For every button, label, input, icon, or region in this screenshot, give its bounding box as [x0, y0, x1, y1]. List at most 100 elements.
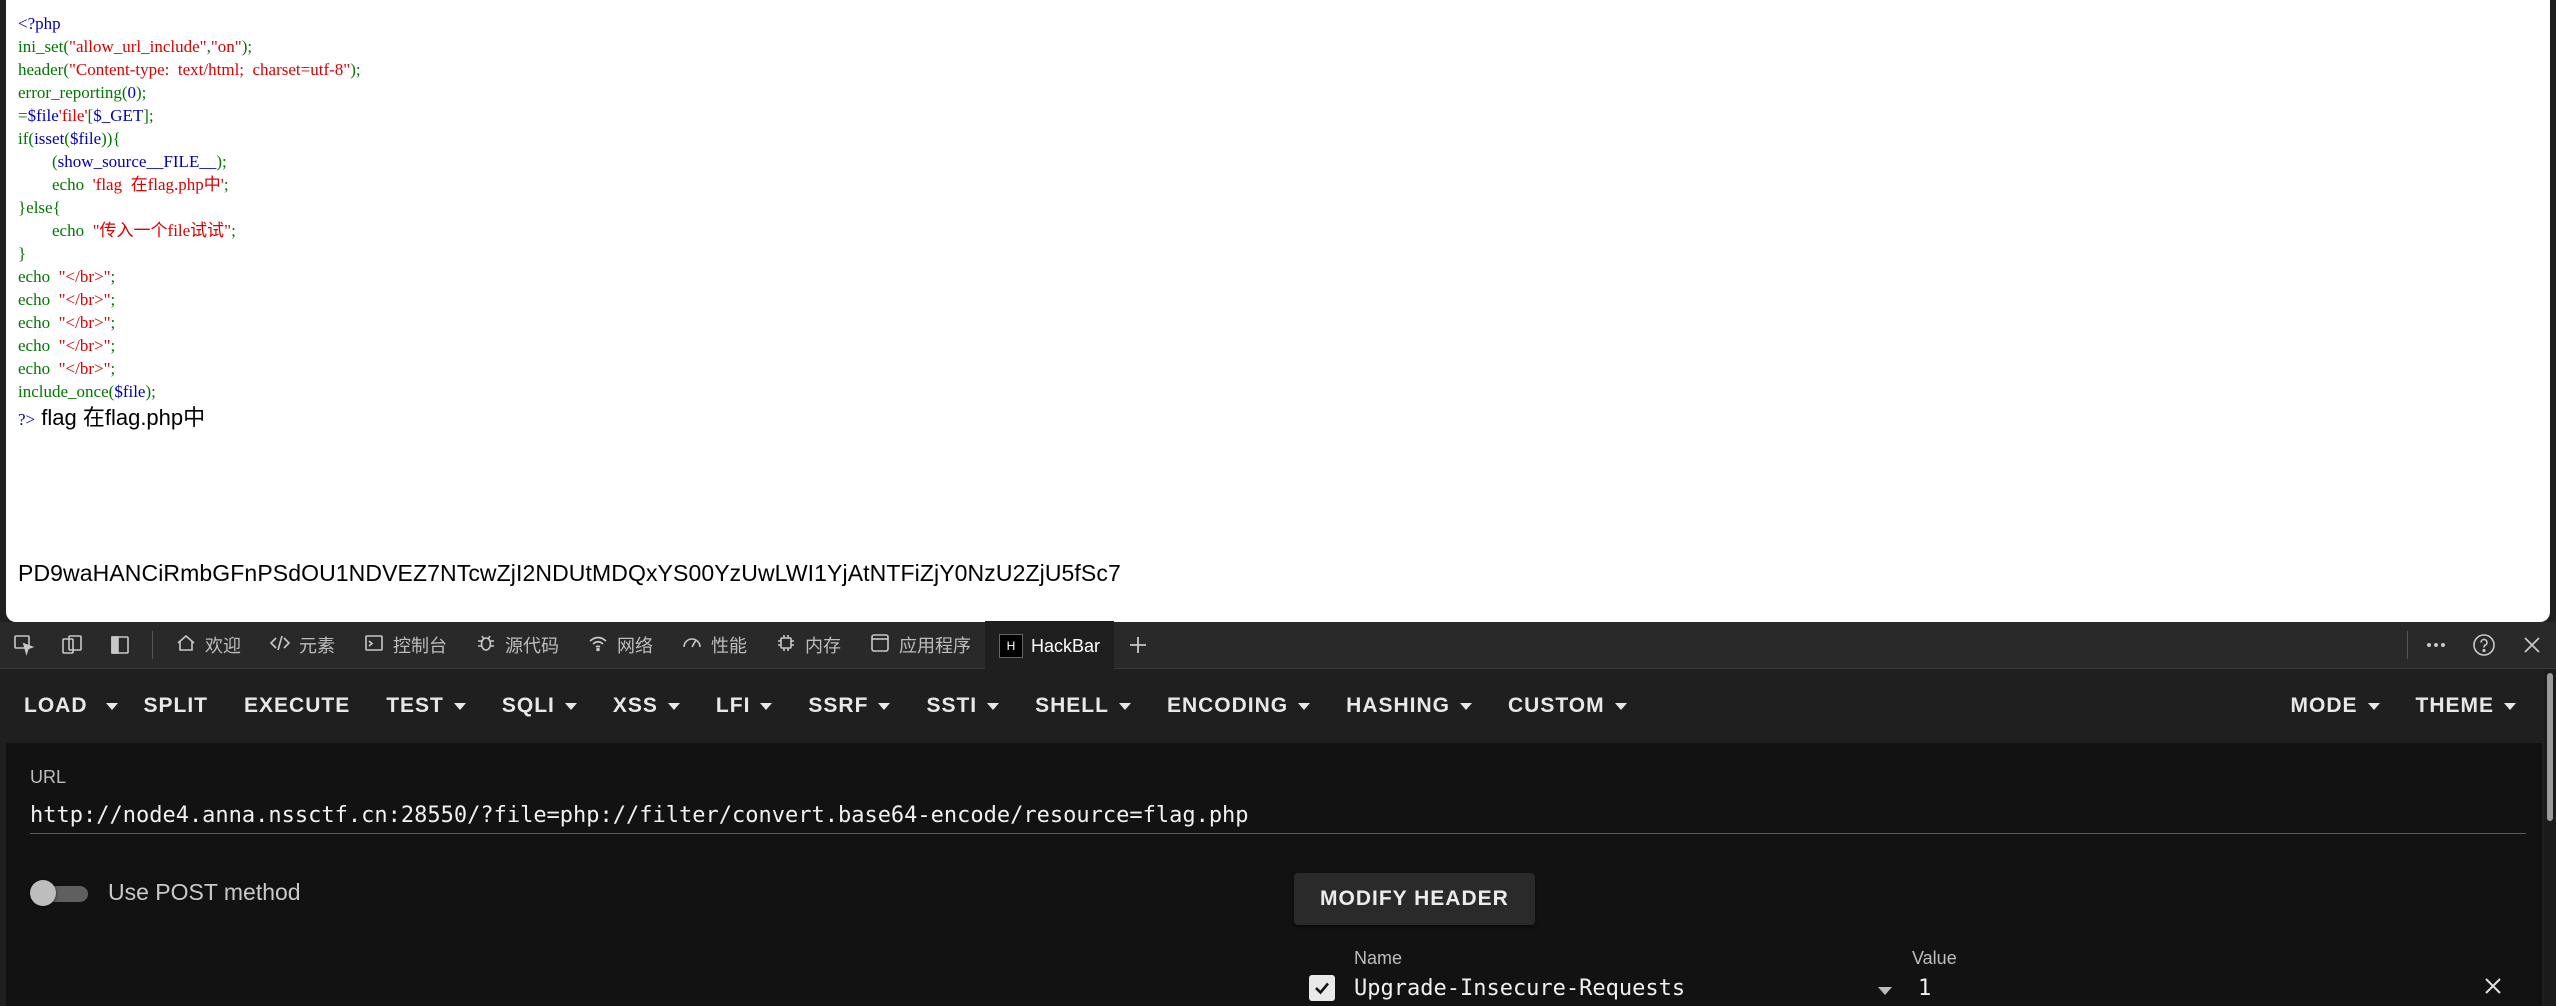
php-close-tag: ?>	[18, 410, 36, 429]
lfi-label: LFI	[715, 694, 751, 717]
source-line: echo "</br>";	[18, 311, 361, 334]
execute-label: EXECUTE	[244, 694, 351, 717]
devtools-tabs: 欢迎 元素 控制台 源代码 网络 性能 内存 应用程序 H HackBar	[161, 621, 1115, 669]
devtools-tab-元素[interactable]: 元素	[255, 622, 349, 668]
source-line: echo "</br>";	[18, 265, 361, 288]
source-token: ];	[143, 106, 154, 125]
devtools-tab-控制台[interactable]: 控制台	[349, 622, 461, 668]
source-token: 0	[127, 83, 137, 102]
devtools-tab-内存[interactable]: 内存	[761, 622, 855, 668]
source-token: 'file'	[58, 106, 88, 125]
load-button[interactable]: LOAD	[6, 669, 98, 743]
encoding-label: ENCODING	[1166, 694, 1289, 717]
source-token: }	[18, 244, 27, 263]
chevron-down-icon	[564, 702, 577, 710]
switch-thumb	[30, 879, 56, 906]
post-method-toggle[interactable]: Use POST method	[30, 879, 301, 906]
scrollbar-thumb[interactable]	[2547, 673, 2553, 821]
shell-label: SHELL	[1035, 694, 1109, 717]
hashing-label: HASHING	[1346, 694, 1450, 717]
chevron-down-icon	[2367, 702, 2380, 710]
header-name-column-label: Name	[1354, 948, 1403, 968]
bug-icon	[475, 632, 497, 659]
source-token: )){	[101, 129, 121, 148]
php-open-tag: <?php	[18, 14, 61, 33]
source-token: "Content-type: text/html; charset=utf-8"	[68, 60, 351, 79]
add-tab-icon[interactable]	[1114, 622, 1162, 668]
header-enabled-checkbox[interactable]	[1309, 975, 1335, 1001]
gauge-icon	[681, 632, 703, 659]
home-icon	[175, 632, 197, 659]
hashing-menu[interactable]: HASHING	[1328, 669, 1490, 743]
devtools-tab-网络[interactable]: 网络	[573, 622, 667, 668]
header-name-field[interactable]: Upgrade-Insecure-Requests	[1354, 976, 1685, 1001]
source-line: echo "</br>";	[18, 288, 361, 311]
devtools-tab-性能[interactable]: 性能	[667, 622, 761, 668]
lfi-menu[interactable]: LFI	[698, 669, 791, 743]
xss-menu[interactable]: XSS	[595, 669, 698, 743]
ssrf-menu[interactable]: SSRF	[790, 669, 908, 743]
toolbar-right-group: MODE THEME	[2273, 669, 2543, 743]
execute-button[interactable]: EXECUTE	[226, 669, 368, 743]
source-token: echo	[52, 221, 93, 240]
theme-label: THEME	[2415, 694, 2494, 717]
source-token: ;	[110, 336, 116, 355]
url-input[interactable]	[30, 797, 2526, 834]
devtools-tab-hackbar[interactable]: H HackBar	[985, 621, 1115, 669]
ssti-menu[interactable]: SSTI	[908, 669, 1017, 743]
source-token: header	[18, 60, 64, 79]
source-token: ;	[110, 267, 116, 286]
split-button[interactable]: SPLIT	[126, 669, 227, 743]
sqli-label: SQLI	[501, 694, 555, 717]
devtools-tab-应用程序[interactable]: 应用程序	[855, 622, 985, 668]
devtools-tab-bar: 欢迎 元素 控制台 源代码 网络 性能 内存 应用程序 H HackBar	[0, 621, 2556, 669]
remove-header-button[interactable]	[2482, 975, 2506, 999]
hackbar-scrollbar[interactable]	[2544, 669, 2556, 1006]
test-menu[interactable]: TEST	[368, 669, 484, 743]
devtools-right-controls	[2403, 622, 2556, 668]
inspect-element-icon[interactable]	[0, 622, 48, 668]
theme-menu[interactable]: THEME	[2398, 669, 2543, 743]
load-dropdown-button[interactable]	[98, 669, 126, 743]
more-options-icon[interactable]	[2412, 622, 2460, 668]
source-token: ini_set	[18, 37, 64, 56]
source-token: error_reporting	[18, 83, 122, 102]
url-label: URL	[30, 767, 67, 787]
source-token: "传入一个file试试"	[92, 221, 232, 240]
close-icon	[2485, 978, 2501, 994]
devtools-tab-源代码[interactable]: 源代码	[461, 622, 573, 668]
header-name-dropdown-icon[interactable]	[1878, 987, 1892, 995]
source-line: include_once($file);	[18, 380, 361, 403]
source-line: echo "传入一个file试试";	[18, 219, 361, 242]
source-token: );	[216, 152, 227, 171]
device-emulation-icon[interactable]	[48, 622, 96, 668]
app-icon	[869, 632, 891, 659]
header-value-field[interactable]: 1	[1918, 976, 1931, 1001]
source-line: echo 'flag 在flag.php中';	[18, 173, 361, 196]
chevron-down-icon	[667, 702, 680, 710]
sqli-menu[interactable]: SQLI	[484, 669, 595, 743]
devtools-tab-欢迎[interactable]: 欢迎	[161, 622, 255, 668]
source-token: echo	[18, 336, 59, 355]
custom-menu[interactable]: CUSTOM	[1490, 669, 1645, 743]
close-devtools-icon[interactable]	[2508, 622, 2556, 668]
mode-menu[interactable]: MODE	[2273, 669, 2398, 743]
chevron-down-icon	[1460, 702, 1472, 710]
source-token	[18, 152, 52, 171]
devtools-tab-label: 内存	[805, 636, 841, 656]
source-token: "</br>"	[58, 359, 111, 378]
modify-header-button[interactable]: MODIFY HEADER	[1294, 873, 1535, 925]
help-icon[interactable]	[2460, 622, 2508, 668]
source-line: (show_source__FILE__);	[18, 150, 361, 173]
encoding-menu[interactable]: ENCODING	[1149, 669, 1328, 743]
load-split-button: LOAD	[6, 669, 126, 743]
shell-menu[interactable]: SHELL	[1017, 669, 1149, 743]
source-token: $file	[114, 382, 146, 401]
source-token: "allow_url_include"	[69, 37, 207, 56]
post-switch[interactable]	[30, 879, 88, 906]
hackbar-toolbar: LOAD SPLIT EXECUTE TEST SQLI XSS LFI SSR…	[6, 669, 2542, 743]
chevron-down-icon	[878, 702, 891, 710]
source-line: echo "</br>";	[18, 334, 361, 357]
dock-side-icon[interactable]	[96, 622, 144, 668]
code-icon	[269, 632, 291, 659]
